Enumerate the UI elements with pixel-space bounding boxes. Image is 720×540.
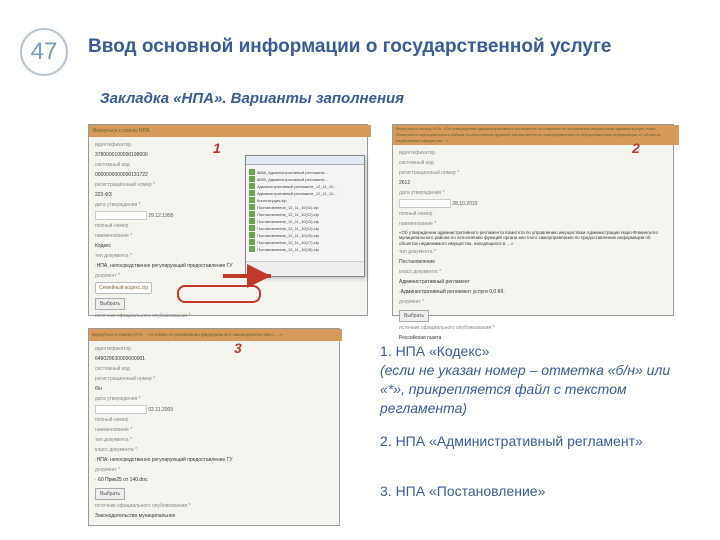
file-icon xyxy=(249,204,255,210)
file-item[interactable]: Постановление_12_11_10(11).zip xyxy=(249,204,361,210)
file-item[interactable]: Постановление_12_11_10(12).zip xyxy=(249,211,361,217)
form-row: класс документа * xyxy=(399,268,667,276)
file-item[interactable]: Административный регламент_12_11_10... xyxy=(249,183,361,189)
form-row: 649029630000000001 xyxy=(95,355,333,363)
form-row: дата утверждения * xyxy=(399,189,667,197)
badge-3: 3 xyxy=(234,340,242,356)
file-dialog-body: 8858_Административный регламент... 8859_… xyxy=(246,165,364,256)
shot3-body: идентификатор 649029630000000001 системн… xyxy=(89,341,339,526)
form-row: класс документа * xyxy=(95,446,333,454)
form-row: полный номер xyxy=(95,416,333,424)
file-icon xyxy=(249,183,255,189)
form-row: «Об утверждении административного реглам… xyxy=(399,230,667,246)
form-row: регистрационный номер * xyxy=(399,169,667,177)
form-row: тип документа * xyxy=(399,248,667,256)
form-row: полный номер xyxy=(399,210,667,218)
form-row: 2612 xyxy=(399,179,667,187)
form-row: б/н xyxy=(95,385,333,393)
attachment-chip[interactable]: Семейный кодекс.zip xyxy=(95,282,152,294)
file-item[interactable]: Постановление_12_11_10(13).zip xyxy=(249,218,361,224)
file-icon xyxy=(249,211,255,217)
form-row: Российская газета xyxy=(399,334,667,342)
date-field[interactable] xyxy=(95,405,147,414)
note-1: 1. НПА «Кодекс» (если не указан номер – … xyxy=(380,342,680,418)
form-row: ·Административный регламент услуги 0,0 К… xyxy=(399,288,667,296)
form-row: системный код xyxy=(95,365,333,373)
page-title: Ввод основной информации о государственн… xyxy=(88,36,611,58)
note-3: 3. НПА «Постановление» xyxy=(380,482,680,501)
file-item[interactable]: Административный регламент_12_11_10... xyxy=(249,190,361,196)
bar-link[interactable]: Вернуться к списку НПА xyxy=(396,126,441,131)
file-icon xyxy=(249,197,255,203)
badge-2: 2 xyxy=(632,140,640,156)
choose-button[interactable]: Выбрать xyxy=(399,310,429,322)
shot2-body: идентификатор системный код регистрацион… xyxy=(393,145,673,348)
date-value: 28.10.2010 xyxy=(452,201,477,207)
form-row: 28.10.2010 xyxy=(399,199,667,208)
choose-button[interactable]: Выбрать xyxy=(95,488,125,500)
file-item[interactable]: Постановление_12_11_10(15).zip xyxy=(249,232,361,238)
date-field[interactable] xyxy=(95,211,147,220)
badge-1: 1 xyxy=(213,140,221,156)
form-row: документ * xyxy=(399,298,667,306)
form-row: наименование * xyxy=(399,220,667,228)
file-icon xyxy=(249,239,255,245)
form-row: наименование * xyxy=(95,426,333,434)
form-row: тип документа * xyxy=(95,436,333,444)
form-row: Выбрать xyxy=(399,308,667,322)
choose-button[interactable]: Выбрать xyxy=(95,298,125,310)
form-row: источник официального опубликования * xyxy=(399,324,667,332)
file-icon xyxy=(249,232,255,238)
form-row: идентификатор xyxy=(399,149,667,157)
form-row: Административный регламент xyxy=(399,278,667,286)
form-row: дата утверждения * xyxy=(95,395,333,403)
date-value: 29.12.1995 xyxy=(148,213,173,219)
form-row: системный код xyxy=(399,159,667,167)
form-row: источник официального опубликования * xyxy=(95,502,333,510)
file-icon xyxy=(249,246,255,252)
file-item[interactable]: Постановление_12_11_10(14).zip xyxy=(249,225,361,231)
file-icon xyxy=(249,169,255,175)
file-icon xyxy=(249,225,255,231)
form-row: идентификатор xyxy=(95,345,333,353)
note-1-title: 1. НПА «Кодекс» xyxy=(380,342,680,361)
slide-number: 47 xyxy=(20,28,68,76)
file-dialog-titlebar xyxy=(246,156,364,165)
date-value: 02.11.2009 xyxy=(148,407,173,413)
shot1-bar: Вернуться к списку НПА xyxy=(89,125,371,137)
form-row: регистрационный номер * xyxy=(95,375,333,383)
form-row: 02.11.2009 xyxy=(95,405,333,414)
note-2: 2. НПА «Административный регламент» xyxy=(380,432,680,451)
form-row: идентификатор xyxy=(95,141,361,149)
file-item[interactable]: Постановление_12_11_10(18).zip xyxy=(249,246,361,252)
file-item[interactable]: 8859_Административный регламент... xyxy=(249,176,361,182)
screenshot-3: Вернуться к списку НПА «О плане по реали… xyxy=(88,328,340,526)
bar-text: «О плане по реализации федерального зако… xyxy=(148,332,282,337)
bar-link[interactable]: Вернуться к списку НПА xyxy=(92,332,143,337)
red-arrow xyxy=(223,256,283,296)
form-row: источник официального опубликования * xyxy=(95,312,361,320)
form-row: · 60 Прик25 от 140.doc xyxy=(95,476,333,484)
date-field[interactable] xyxy=(399,199,451,208)
file-icon xyxy=(249,218,255,224)
file-item[interactable]: Постановление_12_11_10(17).zip xyxy=(249,239,361,245)
form-row: документ * xyxy=(95,466,333,474)
form-row: Постановление xyxy=(399,258,667,266)
note-1-body: (если не указан номер – отметка «б/н» ил… xyxy=(380,361,680,418)
file-icon xyxy=(249,176,255,182)
form-row: ·НПА, непосредственно регулирующий предо… xyxy=(95,456,333,464)
form-row: Выбрать xyxy=(95,486,333,500)
form-row: Законодательство муниципальное xyxy=(95,512,333,520)
file-item[interactable]: 8858_Административный регламент... xyxy=(249,169,361,175)
file-item[interactable]: Конституция.zip xyxy=(249,197,361,203)
page-subtitle: Закладка «НПА». Варианты заполнения xyxy=(100,90,404,107)
shot3-bar: Вернуться к списку НПА «О плане по реали… xyxy=(89,329,342,341)
file-icon xyxy=(249,190,255,196)
